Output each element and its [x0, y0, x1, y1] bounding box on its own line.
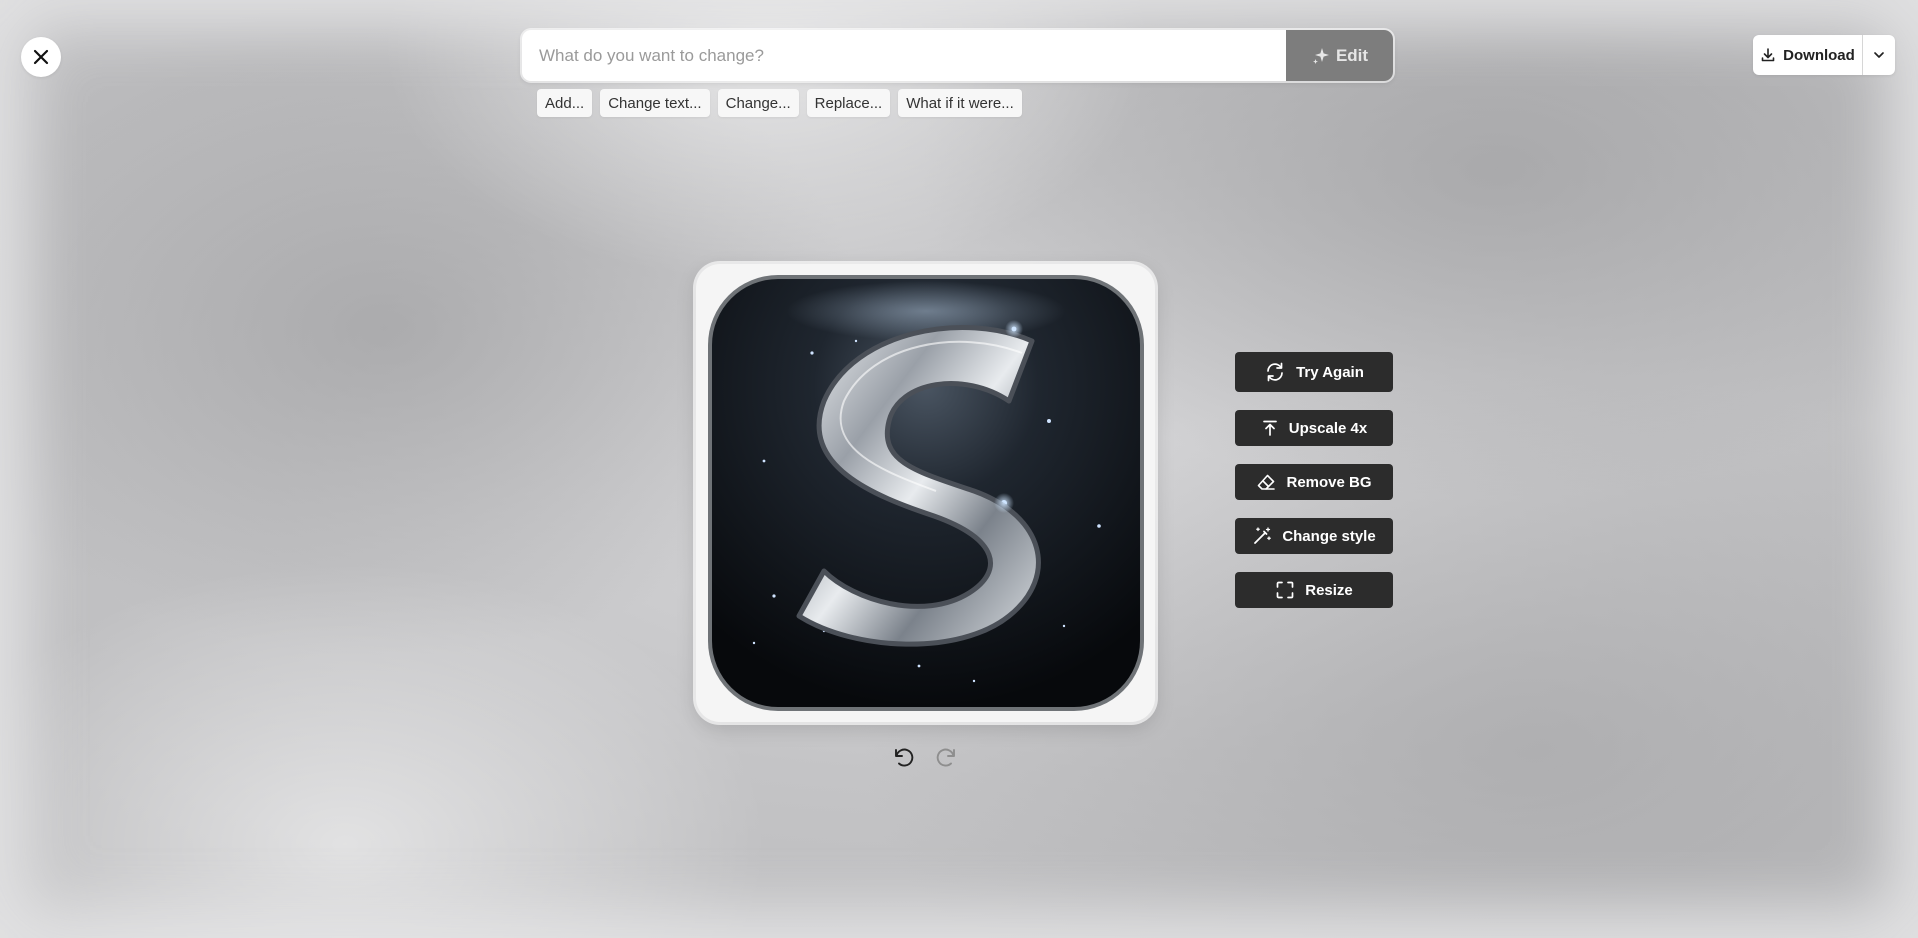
chip-add[interactable]: Add...	[537, 89, 593, 117]
download-label: Download	[1783, 46, 1855, 64]
upscale-icon	[1262, 420, 1277, 436]
change-style-button[interactable]: Change style	[1235, 518, 1393, 554]
undo-button[interactable]	[890, 745, 916, 771]
resize-label: Resize	[1305, 581, 1353, 599]
sparkle-icon	[1312, 47, 1329, 64]
suggestion-chips: Add... Change text... Change... Replace.…	[537, 89, 1022, 117]
chip-replace[interactable]: Replace...	[806, 89, 891, 117]
remove-bg-button[interactable]: Remove BG	[1235, 464, 1393, 500]
magic-wand-icon	[1254, 527, 1272, 544]
chip-change-text[interactable]: Change text...	[600, 89, 710, 117]
edit-button-label: Edit	[1335, 45, 1369, 65]
edit-button[interactable]: Edit	[1286, 30, 1393, 81]
prompt-input[interactable]	[522, 30, 1286, 81]
try-again-button[interactable]: Try Again	[1235, 352, 1393, 392]
refresh-icon	[1267, 362, 1283, 382]
remove-bg-label: Remove BG	[1286, 473, 1372, 491]
generated-image	[707, 275, 1144, 711]
close-icon	[33, 49, 49, 65]
change-style-label: Change style	[1282, 527, 1376, 545]
download-options-button[interactable]	[1863, 35, 1895, 75]
generated-image-card	[696, 264, 1155, 722]
undo-icon	[895, 748, 914, 767]
resize-button[interactable]: Resize	[1235, 572, 1393, 608]
upscale-button[interactable]: Upscale 4x	[1235, 410, 1393, 446]
download-icon	[1761, 48, 1775, 62]
redo-icon	[936, 748, 955, 767]
redo-button[interactable]	[934, 745, 960, 771]
history-controls	[890, 745, 960, 771]
download-button[interactable]: Download	[1753, 35, 1862, 75]
chevron-down-icon	[1874, 52, 1884, 58]
prompt-bar: Edit	[522, 30, 1393, 81]
close-button[interactable]	[21, 37, 61, 77]
try-again-label: Try Again	[1296, 363, 1364, 381]
eraser-icon	[1258, 474, 1276, 490]
download-group: Download	[1753, 35, 1895, 75]
chip-what-if[interactable]: What if it were...	[898, 89, 1022, 117]
resize-icon	[1276, 581, 1294, 599]
upscale-label: Upscale 4x	[1288, 419, 1368, 437]
chip-change[interactable]: Change...	[717, 89, 799, 117]
